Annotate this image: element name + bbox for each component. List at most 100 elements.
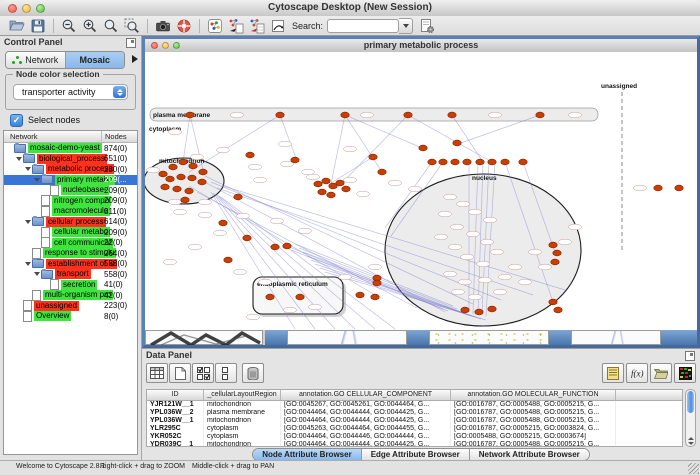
background-window-fragment[interactable] xyxy=(407,330,429,345)
graph-node-label[interactable] xyxy=(279,141,292,147)
float-panel-icon[interactable] xyxy=(685,351,695,361)
graph-node-label[interactable] xyxy=(344,146,357,152)
table-row[interactable]: YLR295Ccytoplasm[GO:0045263, GO:0044464,… xyxy=(147,425,682,433)
graph-node[interactable] xyxy=(463,159,471,165)
background-window-fragment[interactable] xyxy=(429,330,549,345)
scrollbar-arrows[interactable] xyxy=(686,437,695,445)
unselect-attributes-icon[interactable] xyxy=(215,363,237,383)
snapshot-icon[interactable] xyxy=(154,17,171,34)
attribute-table-icon[interactable] xyxy=(146,363,168,383)
tab-mosaic[interactable]: Mosaic xyxy=(66,52,125,68)
import-network-icon[interactable] xyxy=(227,17,244,34)
graph-node-label[interactable] xyxy=(457,201,470,207)
graph-node[interactable] xyxy=(161,184,169,190)
graph-node-label[interactable] xyxy=(231,112,244,118)
tree-item-unassigned[interactable]: unassigned223(0) xyxy=(4,301,137,312)
tree-item-nucleobase-[interactable]: nucleobase-209(0) xyxy=(4,185,137,196)
disclosure-triangle-icon[interactable] xyxy=(33,272,41,276)
graph-node[interactable] xyxy=(189,163,197,169)
function-builder-icon[interactable]: f(x) xyxy=(626,363,648,383)
graph-node-label[interactable] xyxy=(169,199,182,205)
graph-node[interactable] xyxy=(318,189,326,195)
graph-node[interactable] xyxy=(654,185,662,191)
background-window-fragment[interactable] xyxy=(661,330,697,345)
graph-node[interactable] xyxy=(476,159,484,165)
graph-node[interactable] xyxy=(198,179,206,185)
background-window-fragment[interactable] xyxy=(287,330,407,345)
graph-node-label[interactable] xyxy=(284,307,297,313)
graph-node-label[interactable] xyxy=(389,180,402,186)
tree-item-primary-metabo[interactable]: primary metabo209(... xyxy=(4,175,137,186)
graph-node-label[interactable] xyxy=(369,264,382,270)
tab-edge-attribute-browser[interactable]: Edge Attribute Browser xyxy=(362,449,470,460)
graph-node[interactable] xyxy=(675,185,683,191)
network-view-titlebar[interactable]: primary metabolic process xyxy=(145,39,697,53)
graph-node[interactable] xyxy=(199,169,207,175)
graph-node[interactable] xyxy=(169,164,177,170)
more-tabs-icon[interactable] xyxy=(132,55,138,63)
graph-node[interactable] xyxy=(266,294,274,300)
graph-node-label[interactable] xyxy=(481,239,494,245)
graph-node[interactable] xyxy=(177,174,185,180)
zoom-selected-icon[interactable] xyxy=(123,17,140,34)
graph-node[interactable] xyxy=(188,175,196,181)
graph-node-label[interactable] xyxy=(461,254,474,260)
table-row[interactable]: YDR039C__1mitochondrion[GO:0044464, GO:0… xyxy=(147,441,682,447)
graph-node-label[interactable] xyxy=(499,274,512,280)
graph-node[interactable] xyxy=(181,197,189,203)
background-window-fragment[interactable] xyxy=(145,330,263,345)
graph-node-label[interactable] xyxy=(234,269,247,275)
graph-node[interactable] xyxy=(549,299,557,305)
open-icon[interactable] xyxy=(8,17,25,34)
tree-item-multi-organism-pro[interactable]: multi-organism pro42(0) xyxy=(4,290,137,301)
scroll-up-icon[interactable] xyxy=(688,437,694,440)
graph-node-label[interactable] xyxy=(249,164,262,170)
graph-node[interactable] xyxy=(185,188,193,194)
graph-node-label[interactable] xyxy=(569,224,582,230)
graph-node[interactable] xyxy=(327,192,335,198)
tree-item-biological-process[interactable]: biological_process651(0) xyxy=(4,154,137,165)
tree-item-metabolic-process[interactable]: metabolic process280(0) xyxy=(4,164,137,175)
table-row[interactable]: YPL036W__2plasma membrane[GO:0044464, GO… xyxy=(147,409,682,417)
tree-item-establishment-of-lo[interactable]: establishment of lo558(0) xyxy=(4,259,137,270)
graph-node-label[interactable] xyxy=(271,218,284,224)
import-attributes-icon[interactable] xyxy=(650,363,672,383)
attribute-table-header[interactable]: ID_cellularLayoutRegionannotation.GO CEL… xyxy=(147,390,682,401)
graph-node-label[interactable] xyxy=(469,294,482,300)
tab-network[interactable]: Network xyxy=(6,52,66,68)
graph-node[interactable] xyxy=(234,194,242,200)
graph-node[interactable] xyxy=(549,242,557,248)
graph-node-label[interactable] xyxy=(357,191,370,197)
scrollbar-thumb[interactable] xyxy=(687,391,694,413)
graph-node-label[interactable] xyxy=(214,230,227,236)
graph-node[interactable] xyxy=(536,112,544,118)
graph-node-label[interactable] xyxy=(254,177,267,183)
graph-node[interactable] xyxy=(246,152,254,158)
table-row[interactable]: YKR052Ccytoplasm[GO:0044464, GO:0044446,… xyxy=(147,433,682,441)
graph-edge[interactable] xyxy=(183,115,190,162)
zoom-fit-icon[interactable] xyxy=(102,17,119,34)
tab-network-attribute-browser[interactable]: Network Attribute Browser xyxy=(470,449,589,460)
resize-grip[interactable] xyxy=(688,463,699,474)
column-header[interactable]: ID xyxy=(147,390,204,400)
search-config-icon[interactable] xyxy=(418,17,435,34)
graph-node[interactable] xyxy=(488,159,496,165)
graph-node-label[interactable] xyxy=(199,199,212,205)
graph-node-label[interactable] xyxy=(259,279,272,285)
graph-node[interactable] xyxy=(373,280,381,286)
graph-node-label[interactable] xyxy=(199,212,212,218)
graph-node[interactable] xyxy=(296,294,304,300)
graph-node[interactable] xyxy=(336,180,344,186)
graph-node[interactable] xyxy=(371,294,379,300)
graph-node-label[interactable] xyxy=(174,209,187,215)
graph-node-label[interactable] xyxy=(634,185,647,191)
graph-node[interactable] xyxy=(173,186,181,192)
vizmapper-icon[interactable] xyxy=(206,17,223,34)
graph-node-label[interactable] xyxy=(491,249,504,255)
graph-node-label[interactable] xyxy=(409,186,422,192)
select-nodes-checkbox[interactable]: ✓ xyxy=(10,114,23,127)
graph-node[interactable] xyxy=(342,186,350,192)
graph-node[interactable] xyxy=(519,159,527,165)
graph-node-label[interactable] xyxy=(459,279,472,285)
graph-node-label[interactable] xyxy=(309,304,322,310)
